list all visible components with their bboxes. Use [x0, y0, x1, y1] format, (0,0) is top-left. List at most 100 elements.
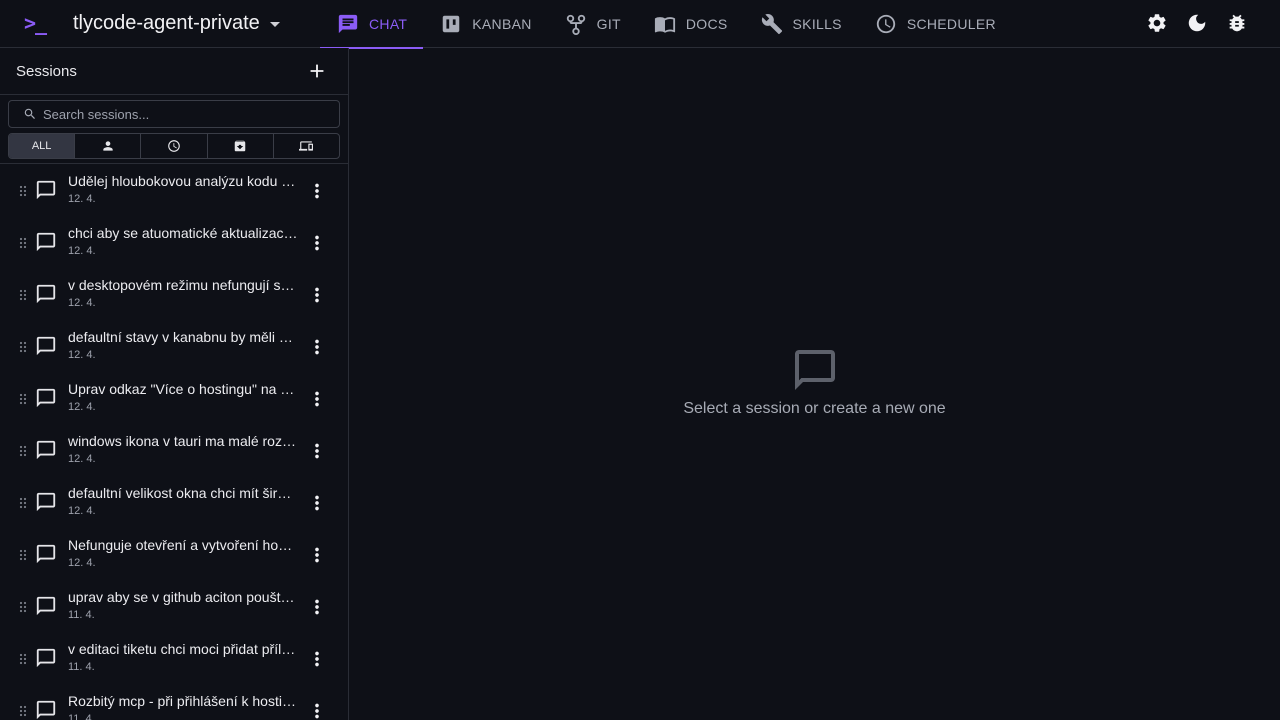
drag-handle-icon[interactable] [19, 392, 27, 405]
chat-icon [35, 387, 57, 409]
tab-docs-label: DOCS [685, 16, 728, 32]
tab-scheduler-label: SCHEDULER [906, 16, 996, 32]
chat-icon [338, 14, 358, 34]
sidebar-divider [0, 163, 348, 164]
session-item[interactable]: v desktopovém režimu nefungují s… 12. 4. [0, 269, 348, 321]
session-list: Udělej hloubokovou analýzu kodu … 12. 4. c… [0, 165, 348, 720]
session-search [8, 100, 340, 128]
more-options-button[interactable] [306, 284, 328, 306]
session-item[interactable]: Nefunguje otevření a vytvoření ho… 12. 4. [0, 529, 348, 581]
session-title: windows ikona v tauri ma malé roz… [68, 433, 296, 449]
sessions-header: Sessions [0, 48, 348, 95]
tab-git-label: GIT [596, 16, 621, 32]
tab-chat[interactable]: CHAT [320, 0, 424, 49]
more-options-button[interactable] [306, 336, 328, 358]
git-fork-icon [566, 14, 585, 35]
drag-handle-icon[interactable] [19, 704, 27, 717]
more-options-button[interactable] [306, 232, 328, 254]
project-selector[interactable]: tlycode-agent-private [73, 12, 280, 35]
drag-handle-icon[interactable] [19, 444, 27, 457]
tab-skills[interactable]: SKILLS [744, 0, 858, 48]
drag-handle-icon[interactable] [19, 600, 27, 613]
chat-icon [35, 647, 57, 669]
bug-icon [1229, 14, 1245, 32]
tab-scheduler[interactable]: SCHEDULER [858, 0, 1012, 48]
more-options-button[interactable] [306, 700, 328, 720]
chat-icon [35, 283, 57, 305]
tab-git[interactable]: GIT [548, 0, 637, 48]
tab-skills-label: SKILLS [792, 16, 842, 32]
session-title: chci aby se atuomatické aktualizac… [68, 225, 298, 241]
filter-devices[interactable] [274, 134, 339, 158]
clock-icon [168, 140, 180, 152]
tab-kanban[interactable]: KANBAN [423, 0, 547, 48]
chat-icon [35, 543, 57, 565]
debug-button[interactable] [1226, 12, 1248, 34]
session-item[interactable]: Rozbitý mcp - při přihlášení k hosti… 11.… [0, 685, 348, 720]
session-item[interactable]: Udělej hloubokovou analýzu kodu … 12. 4. [0, 165, 348, 217]
filter-all[interactable]: ALL [9, 134, 76, 158]
session-date: 11. 4. [68, 713, 95, 720]
plus-icon [310, 64, 324, 78]
settings-button[interactable] [1146, 12, 1168, 34]
more-options-button[interactable] [306, 544, 328, 566]
more-options-button[interactable] [306, 492, 328, 514]
more-options-button[interactable] [306, 648, 328, 670]
app-logo[interactable]: >_ [24, 11, 47, 35]
session-title: Udělej hloubokovou analýzu kodu … [68, 173, 296, 189]
drag-handle-icon[interactable] [19, 236, 27, 249]
session-date: 12. 4. [68, 557, 96, 569]
drag-handle-icon[interactable] [19, 548, 27, 561]
session-title: defaultní velikost okna chci mít šir… [68, 485, 292, 501]
more-options-button[interactable] [306, 180, 328, 202]
more-options-button[interactable] [306, 596, 328, 618]
session-date: 12. 4. [68, 349, 96, 361]
session-item[interactable]: defaultní velikost okna chci mít šir… 12.… [0, 477, 348, 529]
session-title: Rozbitý mcp - při přihlášení k hosti… [68, 693, 296, 709]
session-title: uprav aby se v github aciton poušt… [68, 589, 295, 605]
session-item[interactable]: defaultní stavy v kanabnu by měli … 12. 4… [0, 321, 348, 373]
new-session-button[interactable] [306, 60, 328, 82]
chat-icon [35, 595, 57, 617]
chat-icon [35, 179, 57, 201]
search-input[interactable] [43, 106, 323, 122]
drag-handle-icon[interactable] [19, 184, 27, 197]
filter-archived[interactable] [208, 134, 274, 158]
chat-icon [35, 231, 57, 253]
session-date: 11. 4. [68, 661, 95, 673]
session-item[interactable]: v editaci tiketu chci moci přidat příl… 1… [0, 633, 348, 685]
session-item[interactable]: windows ikona v tauri ma malé roz… 12. 4. [0, 425, 348, 477]
drag-handle-icon[interactable] [19, 288, 27, 301]
gear-icon [1148, 14, 1166, 32]
more-options-button[interactable] [306, 388, 328, 410]
tab-kanban-label: KANBAN [472, 16, 532, 32]
main-nav: CHAT KANBAN GIT DOCS SKILLS SCHEDULER [320, 0, 1012, 49]
session-date: 12. 4. [68, 245, 96, 257]
chat-main-area: Select a session or create a new one [349, 48, 1280, 720]
session-title: v editaci tiketu chci moci přidat příl… [68, 641, 296, 657]
session-item[interactable]: uprav aby se v github aciton poušt… 11. 4… [0, 581, 348, 633]
chat-bubble-icon [791, 346, 839, 394]
top-actions [1146, 12, 1248, 34]
session-date: 12. 4. [68, 401, 96, 413]
session-title: Uprav odkaz "Více o hostingu" na … [68, 381, 295, 397]
drag-handle-icon[interactable] [19, 652, 27, 665]
session-title: Nefunguje otevření a vytvoření ho… [68, 537, 293, 553]
drag-handle-icon[interactable] [19, 340, 27, 353]
session-item[interactable]: Uprav odkaz "Více o hostingu" na … 12. 4. [0, 373, 348, 425]
drag-handle-icon[interactable] [19, 496, 27, 509]
top-bar: >_ tlycode-agent-private CHAT KANBAN GIT… [0, 0, 1280, 49]
filter-mine[interactable] [75, 134, 142, 158]
tab-chat-label: CHAT [369, 16, 408, 32]
chat-icon [35, 439, 57, 461]
theme-toggle-button[interactable] [1186, 12, 1208, 34]
filter-recent[interactable] [141, 134, 208, 158]
more-options-button[interactable] [306, 440, 328, 462]
person-icon [103, 141, 113, 151]
session-item[interactable]: chci aby se atuomatické aktualizac… 12. 4… [0, 217, 348, 269]
tab-docs[interactable]: DOCS [637, 0, 744, 48]
wrench-icon [761, 14, 782, 35]
book-icon [654, 17, 675, 33]
chat-icon [35, 699, 57, 720]
session-title: defaultní stavy v kanabnu by měli … [68, 329, 293, 345]
